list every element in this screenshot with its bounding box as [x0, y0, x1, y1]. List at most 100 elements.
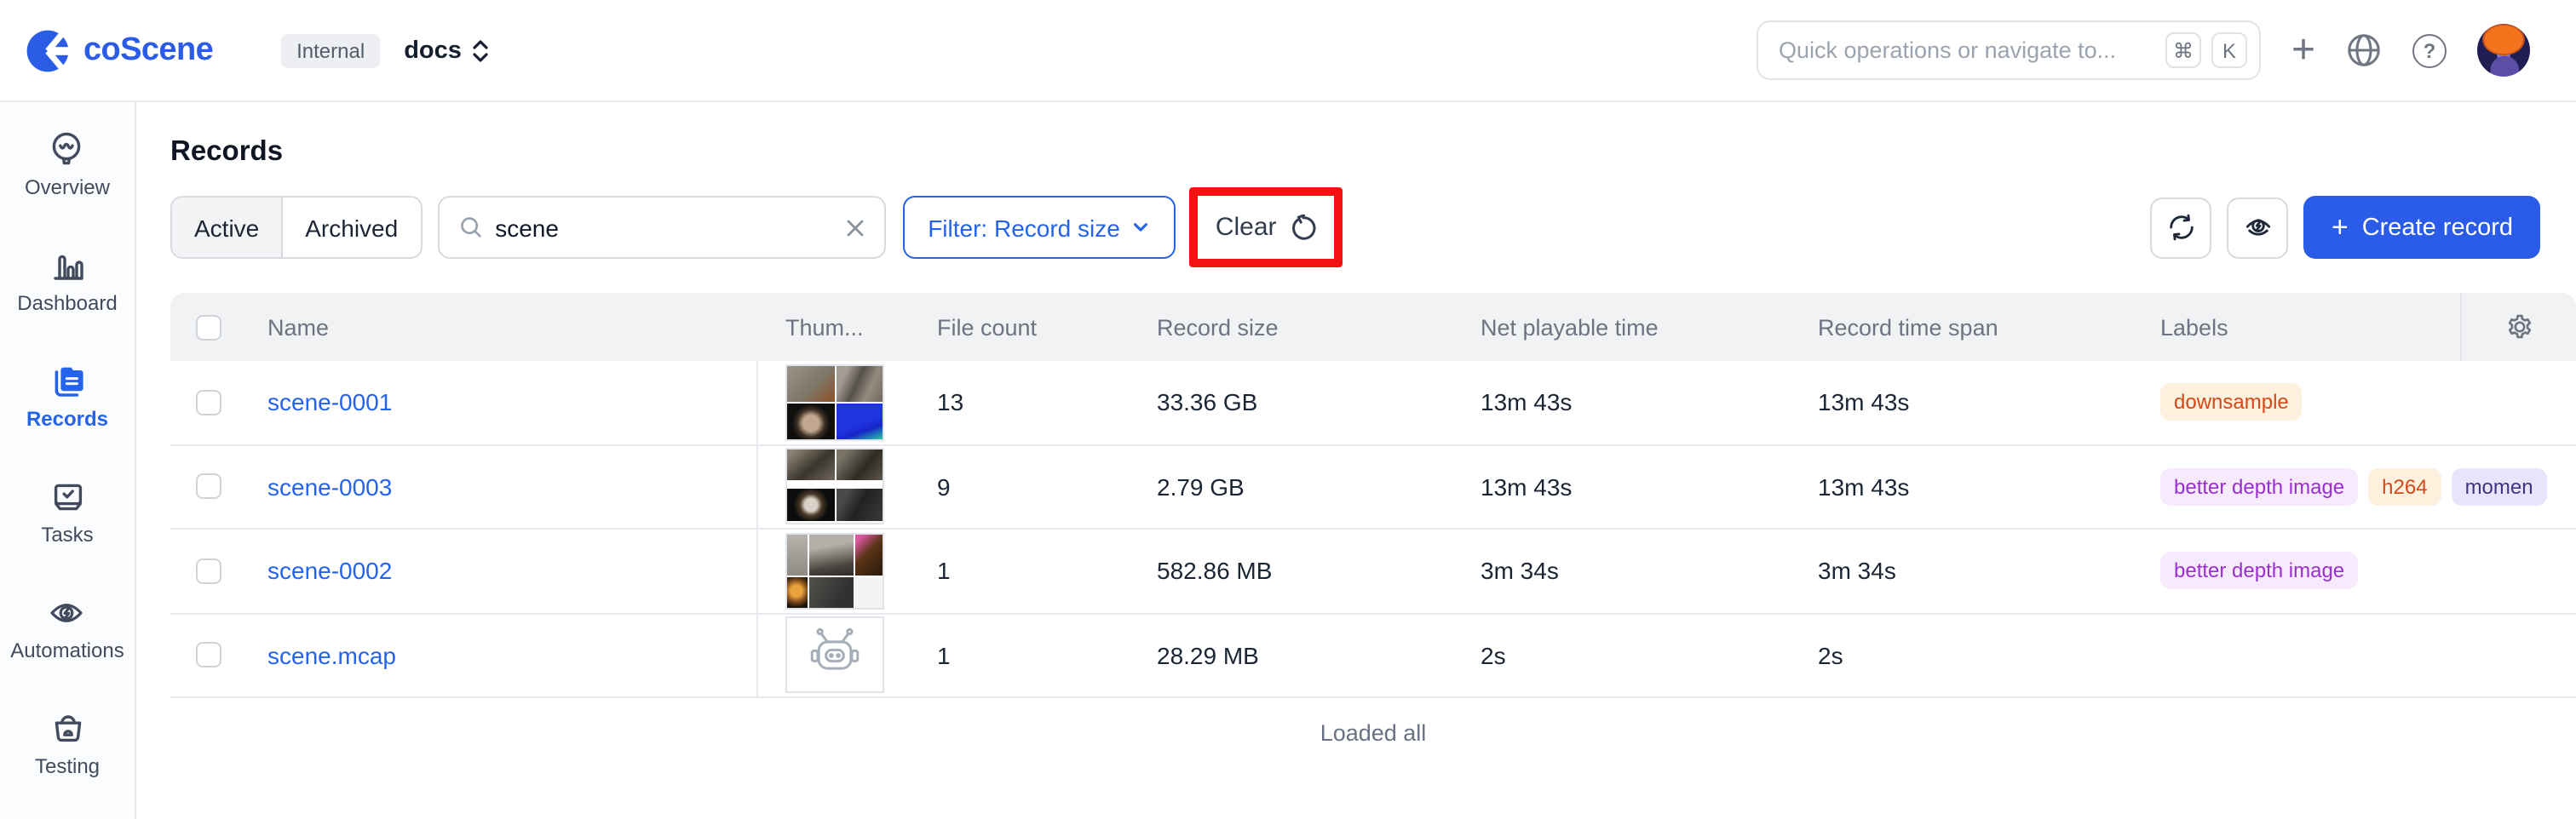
- sidebar-item-dashboard[interactable]: Dashboard: [17, 245, 117, 315]
- page-title: Records: [136, 102, 2576, 170]
- record-thumbnail[interactable]: [787, 619, 883, 692]
- annotation-red-box: Clear: [1190, 187, 1343, 267]
- record-thumbnail[interactable]: [787, 535, 883, 608]
- help-icon[interactable]: ?: [2412, 33, 2447, 67]
- plus-icon[interactable]: +: [2291, 30, 2315, 71]
- net-playable-time-cell: 13m 43s: [1465, 445, 1806, 528]
- sidebar-item-label: Automations: [10, 639, 124, 662]
- avatar[interactable]: [2477, 24, 2530, 77]
- gear-icon: [2505, 313, 2533, 341]
- records-page: Records Active Archived: [136, 102, 2576, 819]
- clear-filters-button[interactable]: Clear: [1199, 196, 1335, 259]
- project-switcher[interactable]: docs: [404, 37, 489, 64]
- top-bar: coScene Internal docs ⌘ K + ?: [0, 0, 2576, 102]
- file-count-cell: 13: [920, 361, 1141, 444]
- topbar-actions: ⌘ K + ?: [1757, 20, 2530, 80]
- records-toolbar: Active Archived: [170, 187, 2540, 267]
- record-name-link[interactable]: scene-0003: [267, 473, 392, 501]
- record-time-span-cell: 2s: [1806, 614, 2147, 696]
- create-record-button[interactable]: + Create record: [2304, 196, 2540, 259]
- sidebar-item-label: Testing: [35, 754, 100, 778]
- row-checkbox[interactable]: [195, 558, 221, 584]
- column-settings-button[interactable]: [2460, 293, 2576, 361]
- tab-archived[interactable]: Archived: [283, 198, 420, 257]
- column-header-record-time-span: Record time span: [1806, 293, 2147, 361]
- sidebar-item-label: Tasks: [41, 523, 93, 547]
- quick-search-input[interactable]: [1779, 37, 2155, 63]
- app-window: coScene Internal docs ⌘ K + ?: [0, 0, 2576, 819]
- coscene-logo[interactable]: coScene: [26, 28, 213, 72]
- file-count-cell: 9: [920, 445, 1141, 528]
- net-playable-time-cell: 13m 43s: [1465, 361, 1806, 444]
- row-checkbox[interactable]: [195, 643, 221, 668]
- clear-button-label: Clear: [1216, 213, 1277, 242]
- record-time-span-cell: 13m 43s: [1806, 445, 2147, 528]
- sidebar-item-testing[interactable]: Testing: [35, 708, 100, 778]
- label-badge: better depth image: [2160, 552, 2358, 590]
- row-checkbox[interactable]: [195, 474, 221, 500]
- loaded-all-status: Loaded all: [170, 720, 2576, 746]
- table-row: scene.mcap: [170, 614, 2576, 698]
- tab-active[interactable]: Active: [172, 198, 283, 257]
- record-thumbnail[interactable]: [787, 366, 883, 439]
- refresh-button[interactable]: [2151, 197, 2212, 258]
- row-checkbox[interactable]: [195, 390, 221, 415]
- record-name-link[interactable]: scene-0001: [267, 389, 392, 416]
- quick-search[interactable]: ⌘ K: [1757, 20, 2261, 80]
- filter-record-size-button[interactable]: Filter: Record size: [902, 196, 1176, 259]
- label-badge: h264: [2368, 467, 2441, 506]
- sidebar-item-records[interactable]: Records: [26, 361, 108, 431]
- column-header-record-size: Record size: [1141, 293, 1465, 361]
- labels-cell: better depth image h264 momen: [2147, 445, 2460, 528]
- record-time-span-cell: 3m 34s: [1806, 530, 2147, 612]
- org-badge: Internal: [281, 33, 380, 67]
- chevron-down-icon: [1132, 218, 1151, 237]
- globe-icon[interactable]: [2346, 32, 2382, 68]
- net-playable-time-cell: 2s: [1465, 614, 1806, 696]
- net-playable-time-cell: 3m 34s: [1465, 530, 1806, 612]
- record-time-span-cell: 13m 43s: [1806, 361, 2147, 444]
- refresh-icon: [2167, 213, 2196, 242]
- table-header: Name Thum... File count Record size Net …: [170, 293, 2576, 361]
- labels-cell: better depth image: [2147, 530, 2460, 612]
- select-all-checkbox[interactable]: [195, 314, 221, 340]
- clear-search-icon[interactable]: [844, 217, 865, 238]
- kbd-cmd: ⌘: [2165, 32, 2201, 68]
- labels-cell: [2147, 614, 2460, 696]
- record-search-box: [437, 196, 885, 259]
- sidebar-item-tasks[interactable]: Tasks: [41, 477, 93, 547]
- file-count-cell: 1: [920, 614, 1141, 696]
- record-thumbnail[interactable]: [787, 450, 883, 524]
- robot-placeholder-icon: [787, 619, 883, 692]
- record-size-cell: 582.86 MB: [1141, 530, 1465, 612]
- column-header-labels: Labels: [2147, 293, 2460, 361]
- tasks-icon: [47, 477, 88, 518]
- table-row: scene-0003 9 2.79 GB 13m 43s 13m 43s bet…: [170, 445, 2576, 530]
- sidebar-item-automations[interactable]: Automations: [10, 593, 124, 662]
- records-icon: [47, 361, 88, 402]
- label-badge: downsample: [2160, 383, 2303, 421]
- dashboard-icon: [47, 245, 88, 286]
- plus-icon: +: [2332, 213, 2349, 242]
- column-header-name: Name: [245, 293, 756, 361]
- record-name-link[interactable]: scene.mcap: [267, 642, 396, 669]
- automation-eye-icon: [2242, 211, 2274, 243]
- create-record-label: Create record: [2362, 214, 2513, 241]
- active-archived-tabs: Active Archived: [170, 196, 422, 259]
- column-header-net-playable-time: Net playable time: [1465, 293, 1806, 361]
- label-badge: better depth image: [2160, 467, 2358, 506]
- record-search-input[interactable]: [495, 214, 832, 241]
- sidebar: Overview Dashboard: [0, 102, 136, 819]
- logo-text: coScene: [83, 32, 213, 69]
- table-row: scene-0001 13 33.36 GB 13m 43s 13m 43s d…: [170, 361, 2576, 445]
- reset-icon: [1291, 214, 1318, 241]
- record-size-cell: 28.29 MB: [1141, 614, 1465, 696]
- automation-actions-button[interactable]: [2228, 197, 2289, 258]
- sidebar-item-overview[interactable]: Overview: [25, 129, 110, 199]
- search-icon: [457, 215, 483, 240]
- sidebar-item-label: Records: [26, 407, 108, 431]
- table-row: scene-0002 1 582.86 MB 3m 34s 3m 34s bet…: [170, 530, 2576, 614]
- labels-cell: downsample: [2147, 361, 2460, 444]
- kbd-k: K: [2211, 32, 2247, 68]
- record-name-link[interactable]: scene-0002: [267, 558, 392, 585]
